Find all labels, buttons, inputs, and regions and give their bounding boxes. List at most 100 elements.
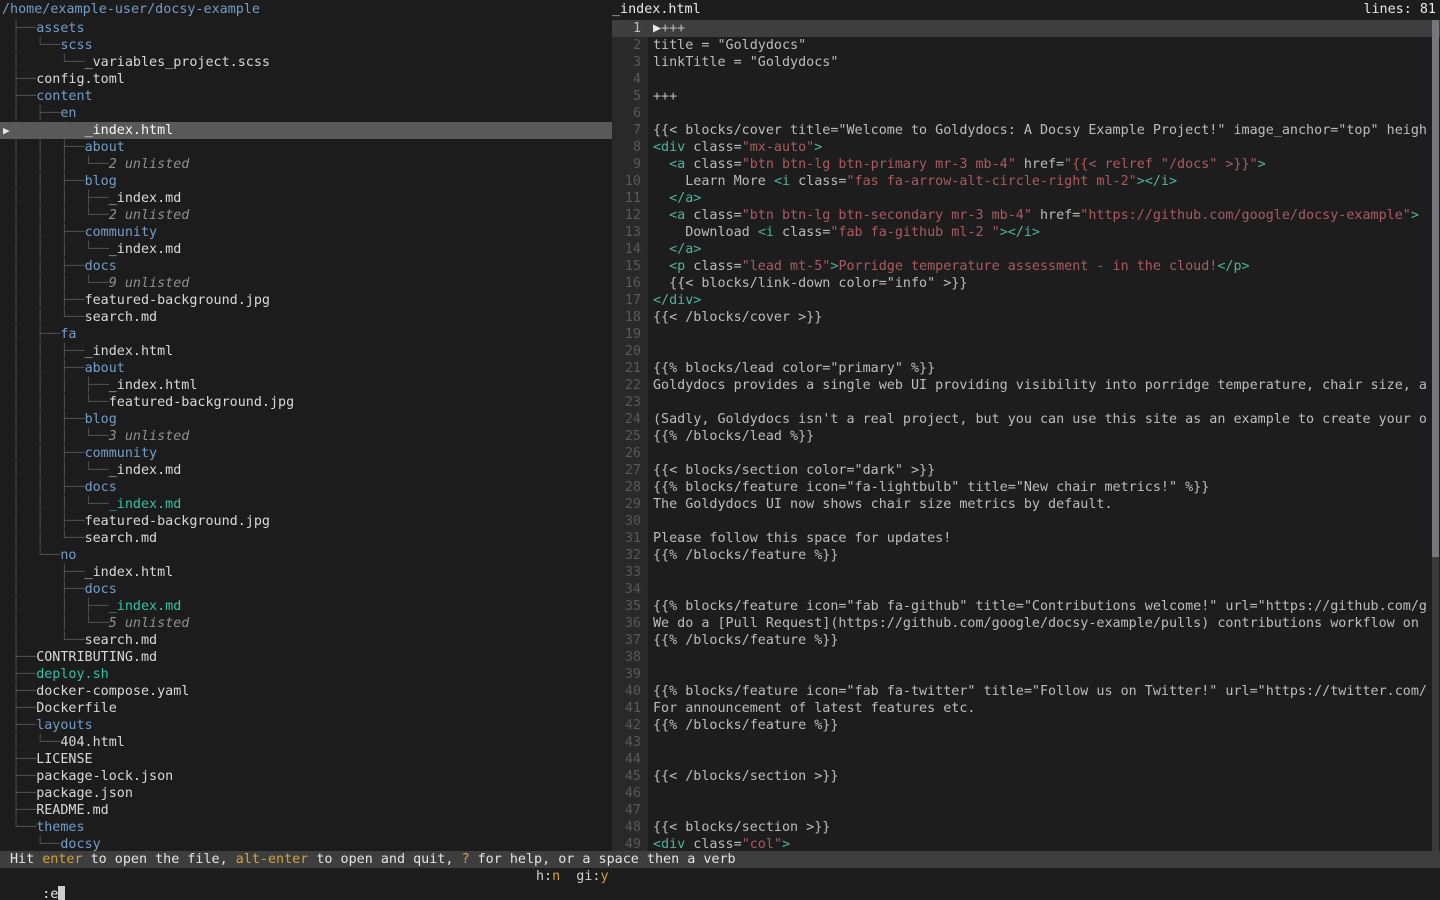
tree-row[interactable]: │ │ │ ├──_index.html	[0, 377, 612, 394]
tree-row[interactable]: │ │ ├──_index.md	[0, 598, 612, 615]
code-line: 9 <a class="btn btn-lg btn-primary mr-3 …	[612, 156, 1440, 173]
tree-row[interactable]: │ └──404.html	[0, 734, 612, 751]
flag-label: h:	[536, 869, 552, 884]
code-text: (Sadly, Goldydocs isn't a real project, …	[648, 411, 1440, 428]
tree-dir-label: about	[85, 361, 125, 376]
tree-row[interactable]: ├──deploy.sh	[0, 666, 612, 683]
tree-file-label: _index.md	[109, 599, 182, 614]
tree-row[interactable]: │ │ ├──blog	[0, 173, 612, 190]
tree-row[interactable]: ├──CONTRIBUTING.md	[0, 649, 612, 666]
tree-branch-lines: ├──	[12, 650, 36, 665]
code-line: 23	[612, 394, 1440, 411]
tree-row[interactable]: ▶│ │ ├──_index.html	[0, 122, 612, 139]
tree-row[interactable]: │ │ │ └──2 unlisted	[0, 156, 612, 173]
code-line: 33	[612, 564, 1440, 581]
tree-row[interactable]: │ ├──fa	[0, 326, 612, 343]
tree-row[interactable]: │ └──scss	[0, 37, 612, 54]
tree-row[interactable]: │ │ ├──docs	[0, 258, 612, 275]
code-line: 7{{< blocks/cover title="Welcome to Gold…	[612, 122, 1440, 139]
tree-row[interactable]: ├──package-lock.json	[0, 768, 612, 785]
command-input[interactable]: :e h:n gi:y	[0, 868, 1440, 886]
unlisted-count: 2 unlisted	[109, 157, 190, 172]
tree-branch-lines: │ │ └──	[12, 531, 85, 546]
tree-row[interactable]: │ │ │ └──2 unlisted	[0, 207, 612, 224]
tree-row[interactable]: ├──assets	[0, 20, 612, 37]
code-line: 20	[612, 343, 1440, 360]
tree-dir-label: blog	[85, 412, 117, 427]
preview-scrollbar[interactable]	[1432, 20, 1439, 851]
line-marker-icon: ▶	[653, 21, 661, 36]
code-text: Learn More <i class="fas fa-arrow-alt-ci…	[648, 173, 1440, 190]
tree-row[interactable]: │ └──no	[0, 547, 612, 564]
line-number: 46	[612, 785, 648, 802]
tree-row[interactable]: │ │ │ └──3 unlisted	[0, 428, 612, 445]
tree-row[interactable]: │ │ │ └──featured-background.jpg	[0, 394, 612, 411]
tree-branch-lines: │ │ │ └──	[12, 497, 109, 512]
tree-row[interactable]: │ │ └──search.md	[0, 530, 612, 547]
line-number: 22	[612, 377, 648, 394]
tree-branch-lines: ├──	[12, 718, 36, 733]
tree-row[interactable]: │ ├──_index.html	[0, 564, 612, 581]
line-number: 26	[612, 445, 648, 462]
code-line: 16 {{< blocks/link-down color="info" >}}	[612, 275, 1440, 292]
tree-row[interactable]: ├──LICENSE	[0, 751, 612, 768]
tree-row[interactable]: │ ├──en	[0, 105, 612, 122]
tree-row[interactable]: ├──package.json	[0, 785, 612, 802]
tree-row[interactable]: │ │ ├──docs	[0, 479, 612, 496]
tree-row[interactable]: └──docsy	[0, 836, 612, 851]
line-number: 28	[612, 479, 648, 496]
code-line: 14 </a>	[612, 241, 1440, 258]
tree-row[interactable]: │ └──search.md	[0, 632, 612, 649]
tree-row[interactable]: │ └──_variables_project.scss	[0, 54, 612, 71]
code-text: {{< /blocks/cover >}}	[648, 309, 1440, 326]
tree-row[interactable]: │ │ └──search.md	[0, 309, 612, 326]
code-text: </a>	[648, 241, 1440, 258]
code-text	[648, 105, 1440, 122]
unlisted-count: 9 unlisted	[109, 276, 190, 291]
tree-row[interactable]: │ │ ├──community	[0, 445, 612, 462]
tree-row[interactable]: │ │ ├──about	[0, 360, 612, 377]
scrollbar-thumb[interactable]	[1432, 20, 1439, 557]
tree-branch-lines: ├──	[12, 21, 36, 36]
tree-file-label: package.json	[36, 786, 133, 801]
code-line: 10 Learn More <i class="fas fa-arrow-alt…	[612, 173, 1440, 190]
tree-file-label: Dockerfile	[36, 701, 117, 716]
tree-row[interactable]: │ │ └──5 unlisted	[0, 615, 612, 632]
tree-row[interactable]: │ │ │ └──_index.md	[0, 241, 612, 258]
line-number: 14	[612, 241, 648, 258]
tree-row[interactable]: │ │ ├──community	[0, 224, 612, 241]
tree-row[interactable]: │ │ ├──featured-background.jpg	[0, 513, 612, 530]
file-tree-panel: /home/example-user/docsy-example ├──asse…	[0, 0, 612, 851]
tree-dir-label: fa	[60, 327, 76, 342]
tree-row[interactable]: │ ├──docs	[0, 581, 612, 598]
tree-branch-lines: │ │ ├──	[12, 514, 85, 529]
code-text	[648, 802, 1440, 819]
tree-row[interactable]: ├──docker-compose.yaml	[0, 683, 612, 700]
tree-row[interactable]: │ │ │ └──_index.md	[0, 496, 612, 513]
tree-row[interactable]: ├──Dockerfile	[0, 700, 612, 717]
tree-row[interactable]: ├──config.toml	[0, 71, 612, 88]
code-text: {{% blocks/feature icon="fab fa-twitter"…	[648, 683, 1440, 700]
tree-row[interactable]: │ │ ├──featured-background.jpg	[0, 292, 612, 309]
tree-row[interactable]: │ │ │ └──9 unlisted	[0, 275, 612, 292]
code-line: 26	[612, 445, 1440, 462]
tree-row[interactable]: │ │ ├──about	[0, 139, 612, 156]
tree-row[interactable]: └──themes	[0, 819, 612, 836]
code-line: 13 Download <i class="fab fa-github ml-2…	[612, 224, 1440, 241]
tree-row[interactable]: ├──content	[0, 88, 612, 105]
tree-file-label: _index.html	[85, 565, 174, 580]
tree-row[interactable]: │ │ │ └──_index.md	[0, 462, 612, 479]
tree-branch-lines: ├──	[12, 786, 36, 801]
tree-row[interactable]: │ │ │ ├──_index.md	[0, 190, 612, 207]
tree-row[interactable]: ├──README.md	[0, 802, 612, 819]
tree-branch-lines: │ │ ├──	[12, 344, 85, 359]
tree-row[interactable]: │ │ ├──_index.html	[0, 343, 612, 360]
status-key-hint: enter	[42, 852, 82, 867]
code-line: 39	[612, 666, 1440, 683]
tree-branch-lines: │ ├──	[12, 106, 60, 121]
code-line: 17</div>	[612, 292, 1440, 309]
code-text: For announcement of latest features etc.	[648, 700, 1440, 717]
tree-row[interactable]: │ │ ├──blog	[0, 411, 612, 428]
tree-branch-lines: ├──	[12, 701, 36, 716]
tree-row[interactable]: ├──layouts	[0, 717, 612, 734]
